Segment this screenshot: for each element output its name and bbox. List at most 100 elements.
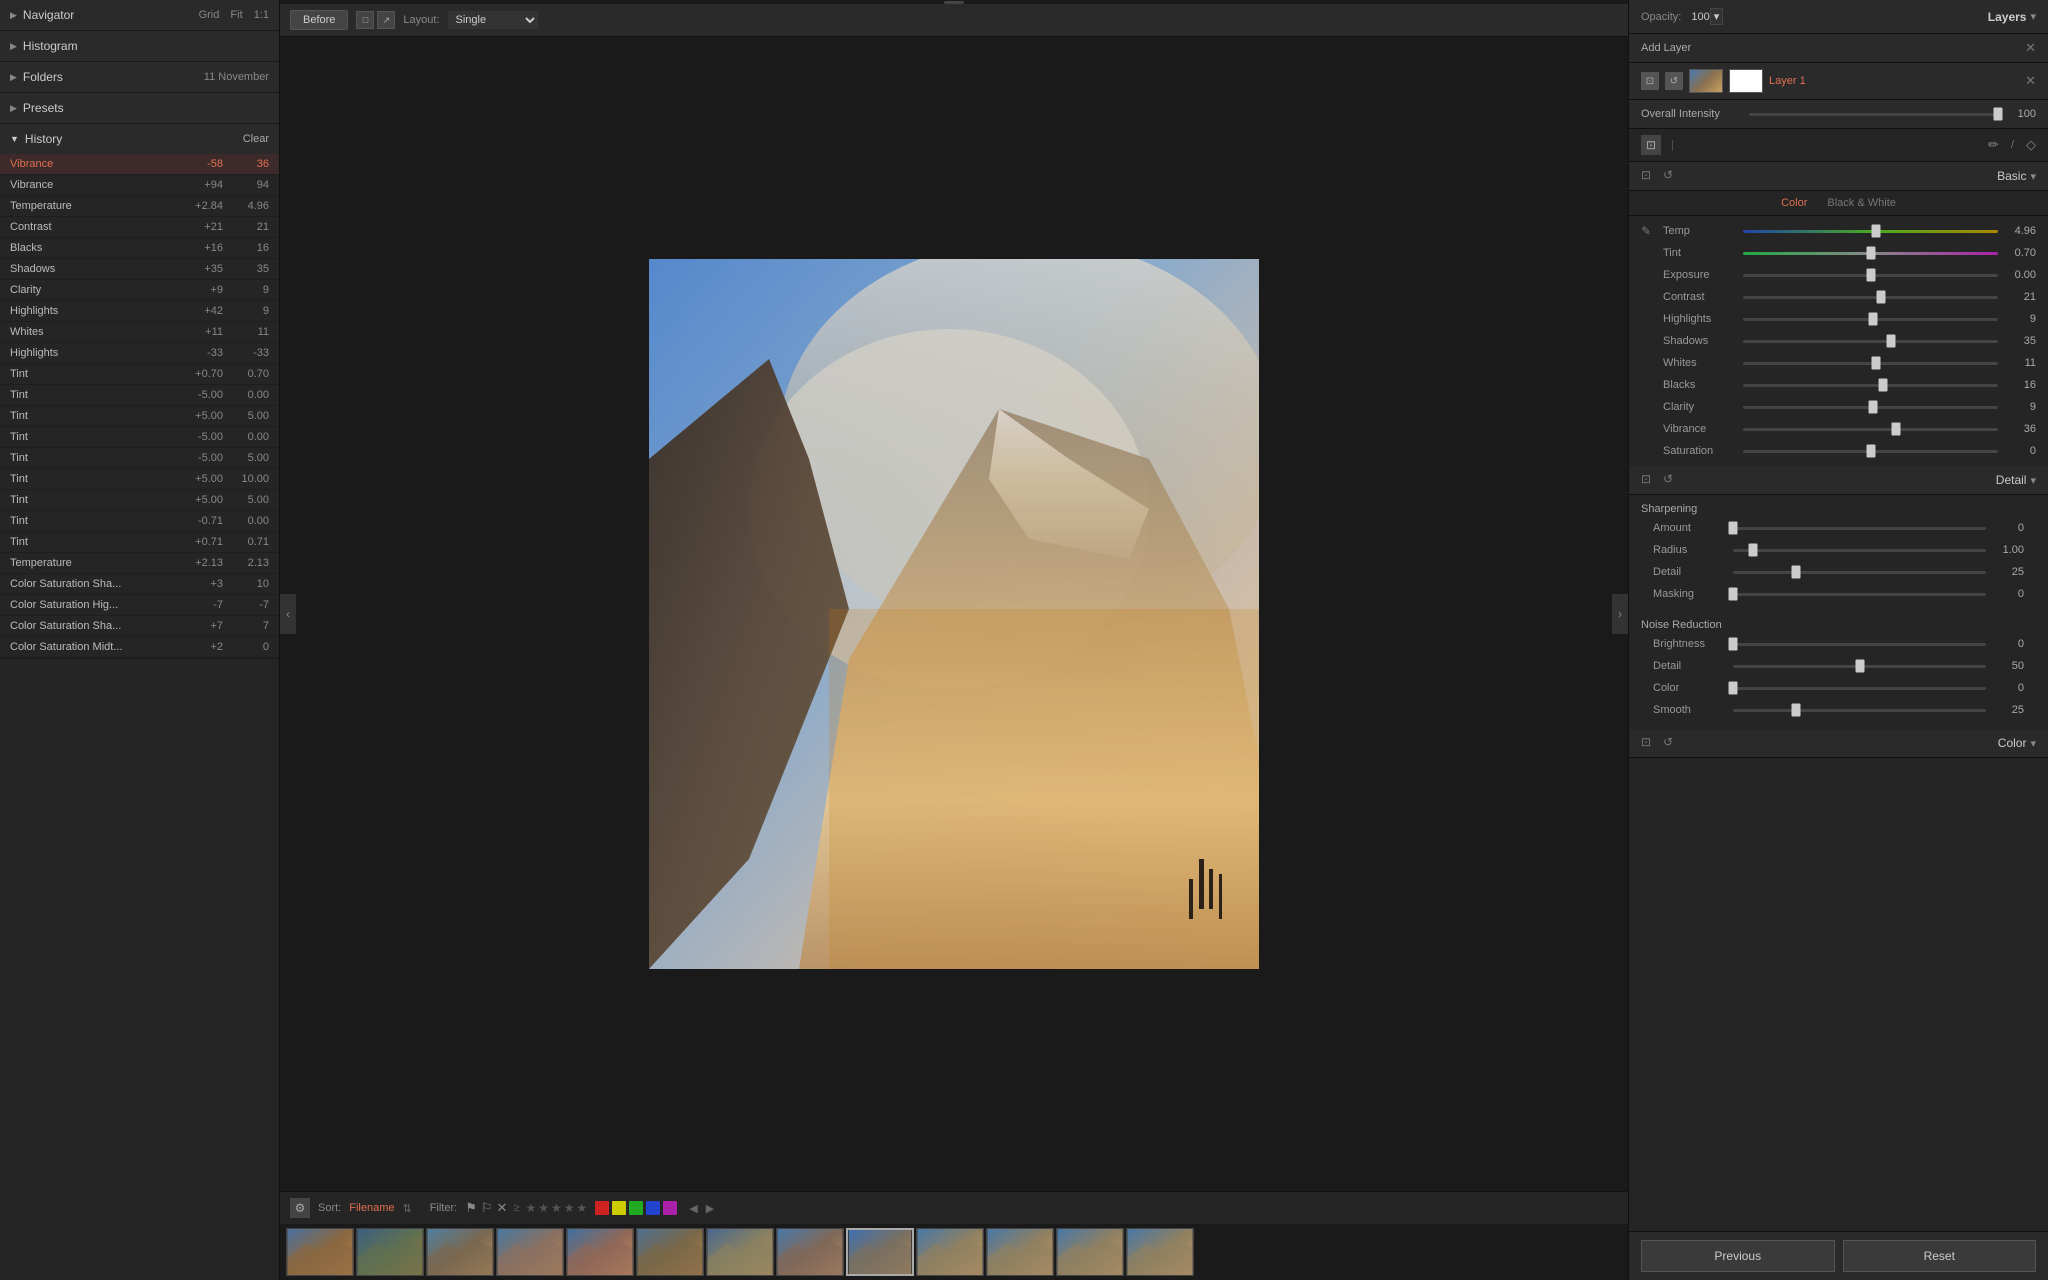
noise-slider[interactable]: [1733, 658, 1986, 674]
before-button[interactable]: Before: [290, 10, 348, 30]
noise-thumb[interactable]: [1729, 682, 1738, 695]
view-square-icon[interactable]: □: [356, 11, 374, 29]
red-filter[interactable]: [595, 1201, 609, 1215]
filmstrip-thumb[interactable]: [1056, 1228, 1124, 1276]
history-item[interactable]: Tint-0.710.00: [0, 511, 279, 532]
adj-slider[interactable]: [1743, 399, 1998, 415]
history-item[interactable]: Vibrance-5836: [0, 154, 279, 175]
filmstrip-thumb[interactable]: [776, 1228, 844, 1276]
section-copy-icon[interactable]: ⊡: [1641, 168, 1657, 184]
sharpening-thumb[interactable]: [1729, 588, 1738, 601]
history-item[interactable]: Blacks+1616: [0, 238, 279, 259]
color-copy-icon[interactable]: ⊡: [1641, 735, 1657, 751]
history-item[interactable]: Color Saturation Midt...+20: [0, 637, 279, 658]
adj-slider[interactable]: [1743, 245, 1998, 261]
filmstrip-thumb[interactable]: [986, 1228, 1054, 1276]
next-image-arrow[interactable]: ›: [1612, 594, 1628, 634]
history-item[interactable]: Highlights-33-33: [0, 343, 279, 364]
adj-slider[interactable]: [1743, 267, 1998, 283]
filmstrip-thumb[interactable]: [426, 1228, 494, 1276]
history-item[interactable]: Tint-5.005.00: [0, 448, 279, 469]
history-item[interactable]: Tint+5.005.00: [0, 406, 279, 427]
add-layer-close-icon[interactable]: ✕: [2025, 40, 2036, 56]
adj-slider-thumb[interactable]: [1869, 313, 1878, 326]
navigator-fit[interactable]: Fit: [230, 9, 242, 21]
adj-slider-thumb[interactable]: [1886, 335, 1895, 348]
noise-slider[interactable]: [1733, 702, 1986, 718]
filmstrip-thumb[interactable]: [1126, 1228, 1194, 1276]
navigator-header[interactable]: ▶ Navigator Grid Fit 1:1: [0, 0, 279, 30]
noise-slider[interactable]: [1733, 636, 1986, 652]
star-3[interactable]: ★: [551, 1201, 562, 1215]
sharpening-slider[interactable]: [1733, 564, 1986, 580]
layer-refresh-icon[interactable]: ↺: [1665, 72, 1683, 90]
adj-slider[interactable]: [1743, 443, 1998, 459]
star-2[interactable]: ★: [538, 1201, 549, 1215]
filmstrip-thumb[interactable]: [916, 1228, 984, 1276]
sharpening-slider[interactable]: [1733, 520, 1986, 536]
blue-filter[interactable]: [646, 1201, 660, 1215]
noise-thumb[interactable]: [1792, 704, 1801, 717]
history-item[interactable]: Highlights+429: [0, 301, 279, 322]
tab-bw[interactable]: Black & White: [1827, 197, 1895, 209]
star-5[interactable]: ★: [577, 1201, 588, 1215]
presets-header[interactable]: ▶ Presets: [0, 93, 279, 123]
yellow-filter[interactable]: [612, 1201, 626, 1215]
sort-toggle-icon[interactable]: ⇅: [402, 1202, 411, 1215]
mask-square-icon[interactable]: ⊡: [1641, 135, 1661, 155]
detail-copy-icon[interactable]: ⊡: [1641, 472, 1657, 488]
layout-select[interactable]: Single Side by Side Split: [448, 11, 538, 29]
green-filter[interactable]: [629, 1201, 643, 1215]
history-item[interactable]: Color Saturation Sha...+77: [0, 616, 279, 637]
history-header[interactable]: ▼ History Clear: [0, 124, 279, 154]
adj-slider[interactable]: [1743, 355, 1998, 371]
history-item[interactable]: Vibrance+9494: [0, 175, 279, 196]
adj-slider-thumb[interactable]: [1892, 423, 1901, 436]
previous-button[interactable]: Previous: [1641, 1240, 1835, 1272]
histogram-header[interactable]: ▶ Histogram: [0, 31, 279, 61]
filmstrip-thumb[interactable]: [566, 1228, 634, 1276]
adj-slider-thumb[interactable]: [1866, 247, 1875, 260]
star-1[interactable]: ★: [525, 1201, 536, 1215]
filmstrip-thumb[interactable]: [496, 1228, 564, 1276]
reset-button[interactable]: Reset: [1843, 1240, 2037, 1272]
tab-color[interactable]: Color: [1781, 197, 1807, 209]
layer-visibility-icon[interactable]: ⊡: [1641, 72, 1659, 90]
noise-slider[interactable]: [1733, 680, 1986, 696]
history-item[interactable]: Clarity+99: [0, 280, 279, 301]
prev-filmstrip-arrow[interactable]: ◀: [689, 1202, 697, 1215]
folders-header[interactable]: ▶ Folders 11 November: [0, 62, 279, 92]
filmstrip-thumb[interactable]: [356, 1228, 424, 1276]
settings-icon[interactable]: ⚙: [290, 1198, 310, 1218]
overall-intensity-slider[interactable]: [1749, 106, 1998, 122]
detail-triangle-icon[interactable]: ▾: [2030, 474, 2036, 487]
filmstrip-thumb[interactable]: [706, 1228, 774, 1276]
adj-slider[interactable]: [1743, 289, 1998, 305]
history-item[interactable]: Color Saturation Sha...+310: [0, 574, 279, 595]
layer-close-icon[interactable]: ✕: [2025, 73, 2036, 89]
filmstrip-thumb[interactable]: [846, 1228, 914, 1276]
history-item[interactable]: Tint+0.710.71: [0, 532, 279, 553]
history-item[interactable]: Temperature+2.132.13: [0, 553, 279, 574]
flag-icon[interactable]: ⚑: [465, 1200, 477, 1216]
adj-slider-thumb[interactable]: [1866, 269, 1875, 282]
color-refresh-icon[interactable]: ↺: [1663, 735, 1679, 751]
history-item[interactable]: Tint+5.005.00: [0, 490, 279, 511]
prev-image-arrow[interactable]: ‹: [280, 594, 296, 634]
sharpening-slider[interactable]: [1733, 542, 1986, 558]
flag2-icon[interactable]: ⚐: [481, 1200, 493, 1216]
noise-thumb[interactable]: [1729, 638, 1738, 651]
purple-filter[interactable]: [663, 1201, 677, 1215]
x-icon[interactable]: ✕: [497, 1200, 508, 1216]
noise-thumb[interactable]: [1855, 660, 1864, 673]
layer-name[interactable]: Layer 1: [1769, 75, 2019, 87]
history-item[interactable]: Shadows+3535: [0, 259, 279, 280]
history-item[interactable]: Color Saturation Hig...-7-7: [0, 595, 279, 616]
adj-slider[interactable]: [1743, 377, 1998, 393]
navigator-ratio[interactable]: 1:1: [254, 9, 269, 21]
adj-slider[interactable]: [1743, 223, 1998, 239]
filmstrip-thumb[interactable]: [636, 1228, 704, 1276]
adj-slider-thumb[interactable]: [1871, 357, 1880, 370]
add-layer-text[interactable]: Add Layer: [1641, 42, 2025, 54]
history-item[interactable]: Temperature+2.844.96: [0, 196, 279, 217]
